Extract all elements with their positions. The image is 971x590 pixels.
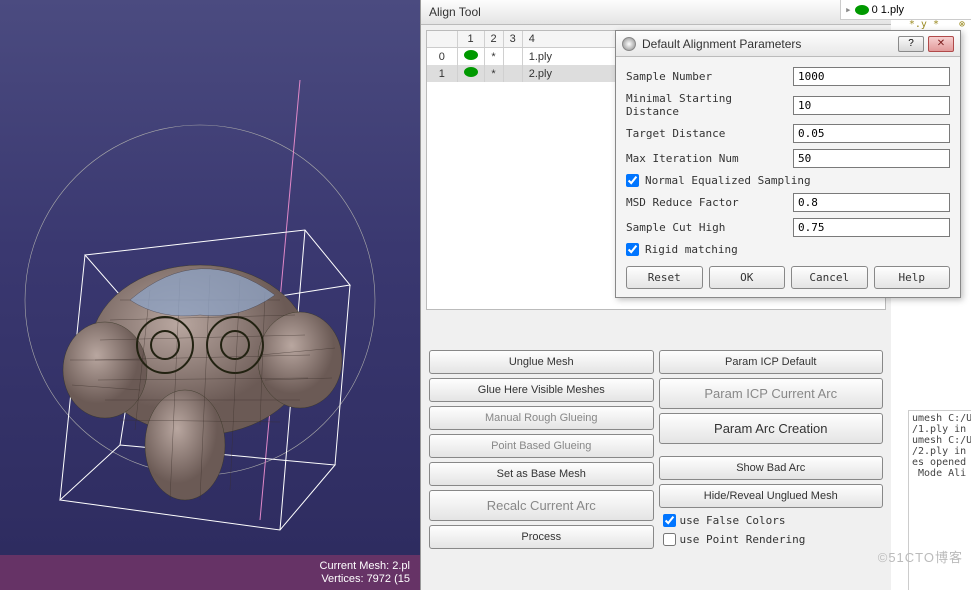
use-point-rendering-check[interactable]: use Point Rendering [659,531,884,546]
false-colors-label: use False Colors [680,514,786,527]
eye-icon[interactable] [464,50,478,60]
status-bar: Current Mesh: 2.pl Vertices: 7972 (15 [0,555,420,590]
sample-cut-label: Sample Cut High [626,221,787,234]
target-distance-label: Target Distance [626,127,787,140]
min-start-dist-input[interactable] [793,96,950,115]
dialog-title: Default Alignment Parameters [642,37,801,51]
glue-here-button[interactable]: Glue Here Visible Meshes [429,378,654,402]
reset-button[interactable]: Reset [626,266,703,289]
status-current-mesh: Current Mesh: 2.pl [10,560,410,573]
viewport-3d[interactable] [0,0,420,555]
mesh-model [63,265,342,500]
manual-rough-glueing-button[interactable]: Manual Rough Glueing [429,406,654,430]
param-arc-creation-button[interactable]: Param Arc Creation [659,413,884,444]
layer-strip[interactable]: ▸ 0 1.ply [840,0,971,20]
layer-label: 0 1.ply [872,4,904,16]
rigid-matching-checkbox[interactable] [626,243,639,256]
point-based-glueing-button[interactable]: Point Based Glueing [429,434,654,458]
eye-icon[interactable] [464,67,478,77]
param-icp-default-button[interactable]: Param ICP Default [659,350,884,374]
help-button[interactable]: Help [874,266,951,289]
process-button[interactable]: Process [429,525,654,549]
recalc-current-arc-button[interactable]: Recalc Current Arc [429,490,654,521]
msd-reduce-input[interactable] [793,193,950,212]
default-alignment-parameters-dialog: Default Alignment Parameters ? ✕ Sample … [615,30,961,298]
eye-icon [622,37,636,51]
normal-eq-label: Normal Equalized Sampling [645,174,811,187]
help-icon[interactable]: ? [898,36,924,52]
unglue-mesh-button[interactable]: Unglue Mesh [429,350,654,374]
msd-reduce-label: MSD Reduce Factor [626,196,787,209]
eye-icon[interactable] [855,5,869,15]
sample-number-label: Sample Number [626,70,787,83]
use-false-colors-check[interactable]: use False Colors [659,512,884,527]
ok-button[interactable]: OK [709,266,786,289]
sample-number-input[interactable] [793,67,950,86]
point-rendering-label: use Point Rendering [680,533,806,546]
show-bad-arc-button[interactable]: Show Bad Arc [659,456,884,480]
max-iter-label: Max Iteration Num [626,152,787,165]
max-iter-input[interactable] [793,149,950,168]
target-distance-input[interactable] [793,124,950,143]
triangle-icon: ▸ [845,3,852,16]
watermark: ©51CTO博客 [878,547,963,566]
min-start-dist-label: Minimal Starting Distance [626,92,787,118]
rigid-matching-label: Rigid matching [645,243,738,256]
status-vertices: Vertices: 7972 (15 [10,573,410,586]
set-as-base-mesh-button[interactable]: Set as Base Mesh [429,462,654,486]
normal-eq-checkbox[interactable] [626,174,639,187]
false-colors-checkbox[interactable] [663,514,676,527]
hide-reveal-unglued-button[interactable]: Hide/Reveal Unglued Mesh [659,484,884,508]
param-icp-current-arc-button[interactable]: Param ICP Current Arc [659,378,884,409]
cancel-button[interactable]: Cancel [791,266,868,289]
point-rendering-checkbox[interactable] [663,533,676,546]
sample-cut-input[interactable] [793,218,950,237]
close-icon[interactable]: ✕ [928,36,954,52]
align-title: Align Tool [421,0,891,25]
